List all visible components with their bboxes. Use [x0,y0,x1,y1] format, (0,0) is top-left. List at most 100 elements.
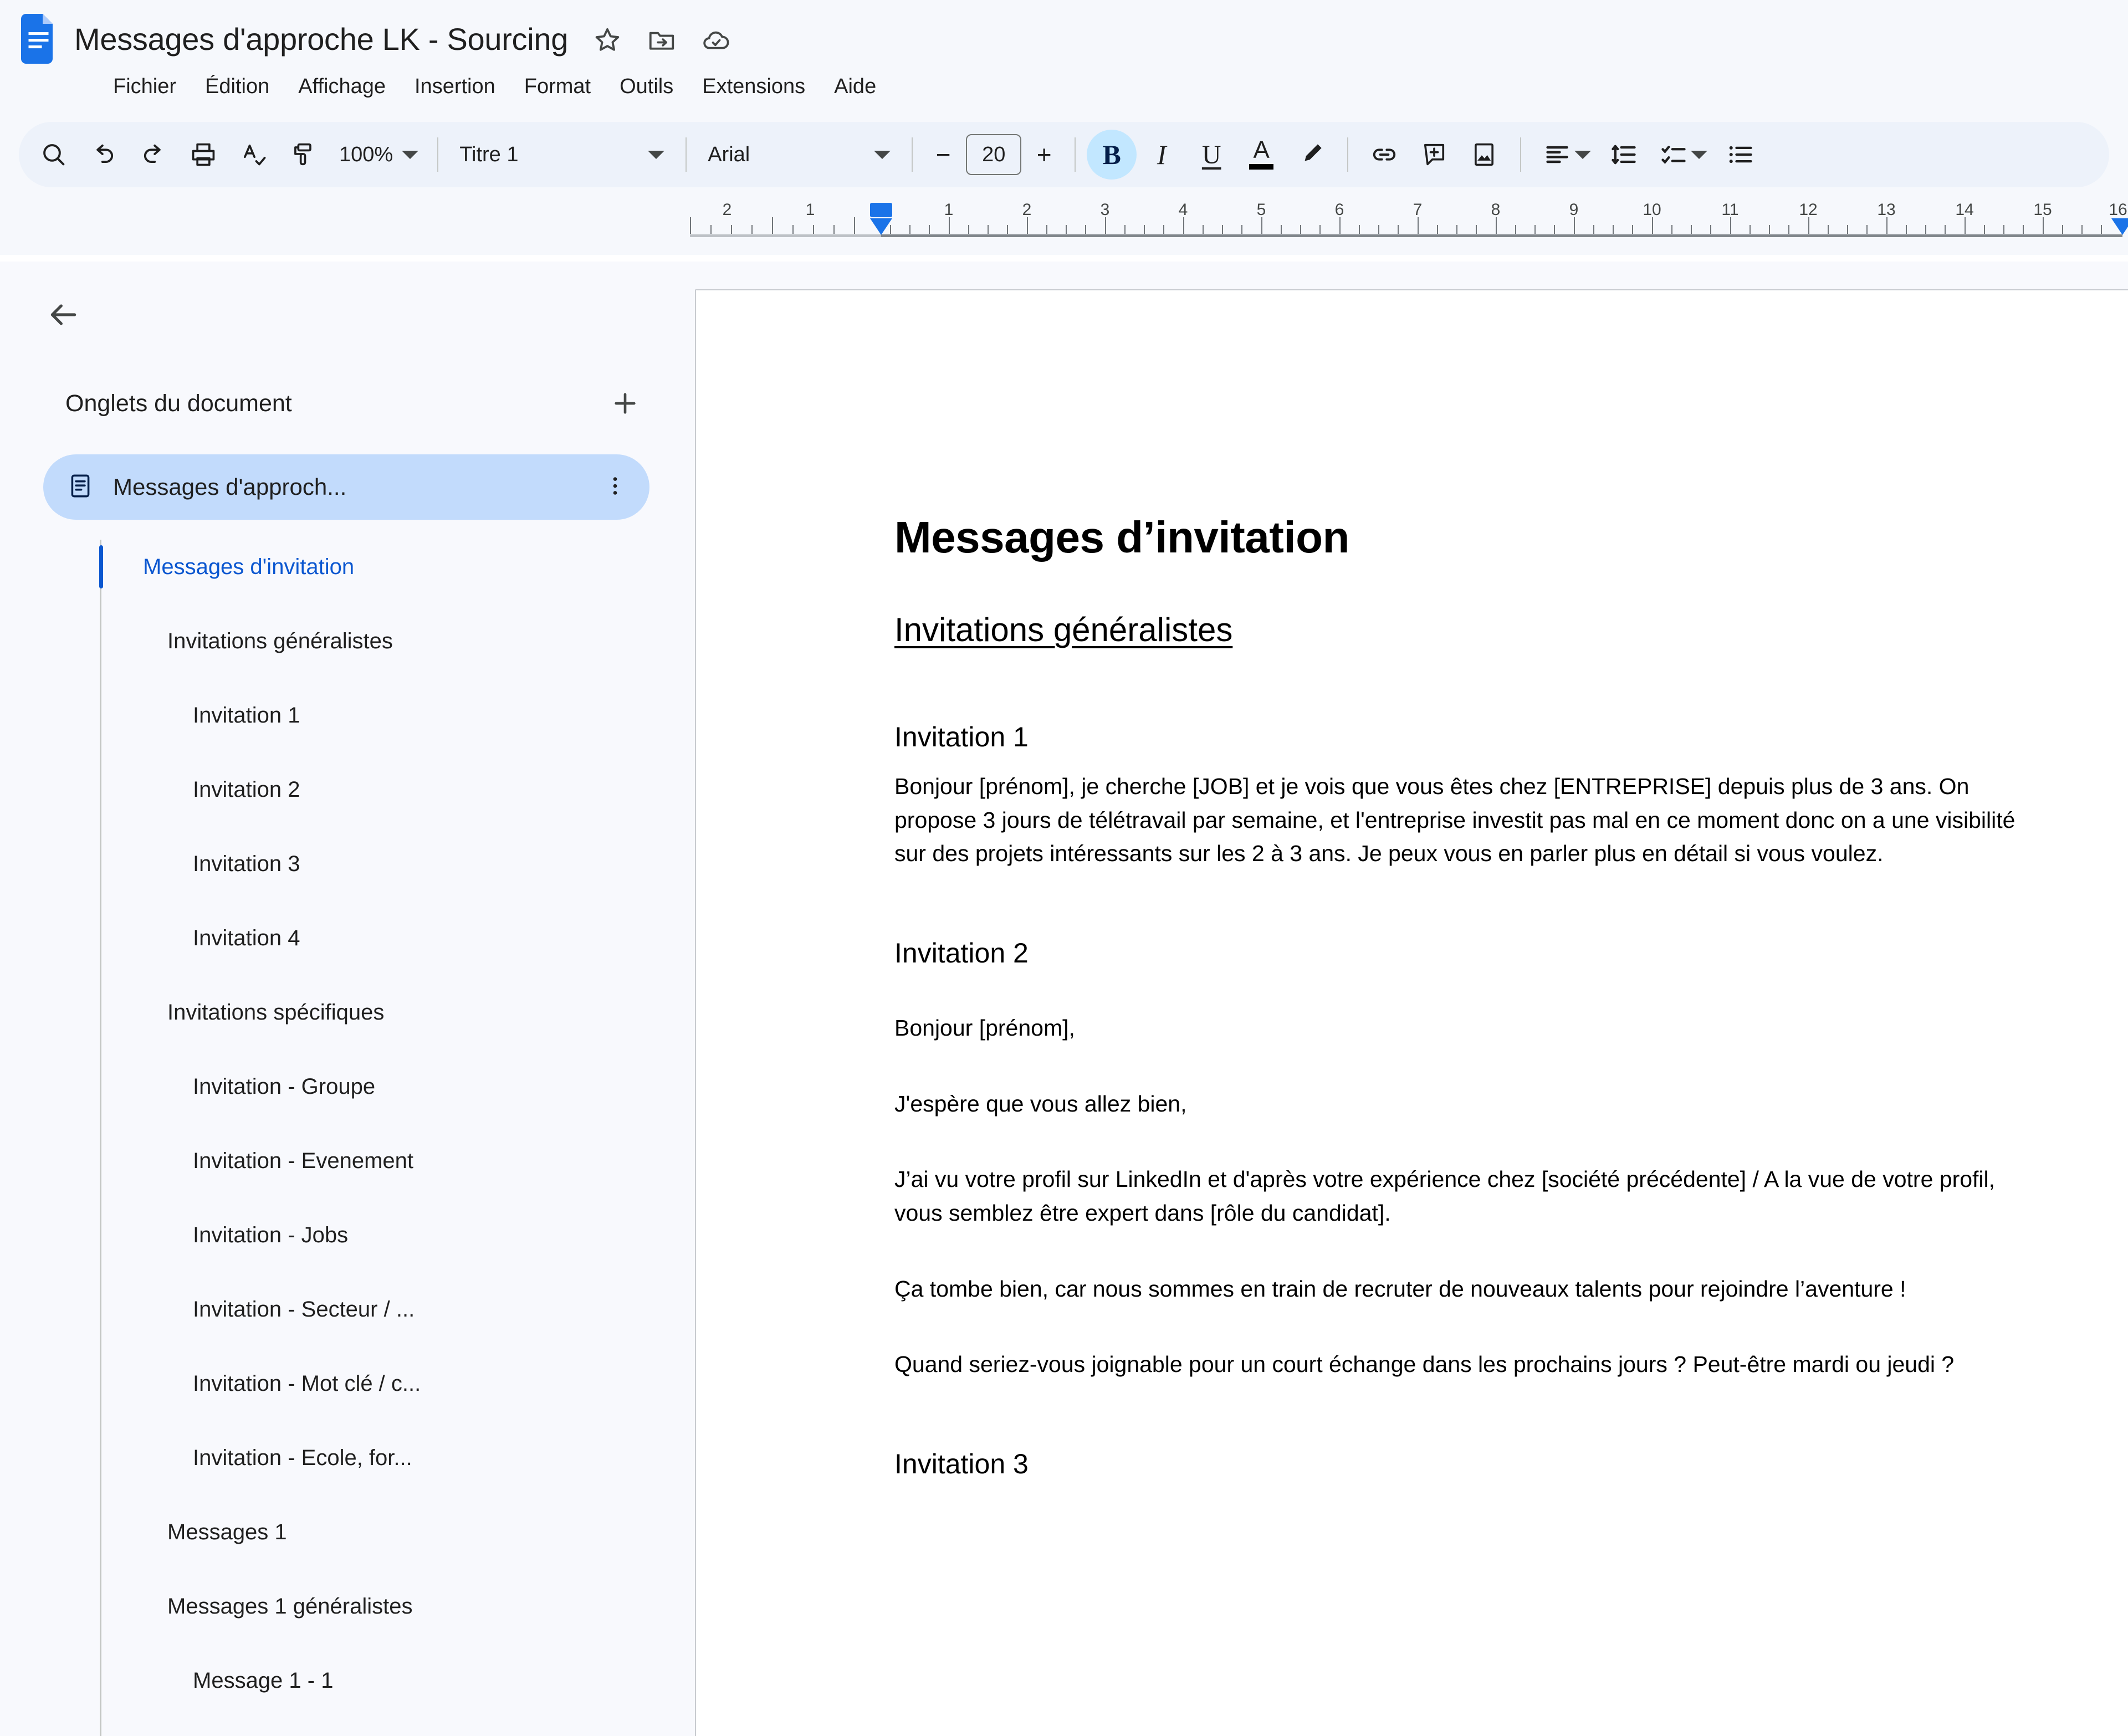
plus-icon[interactable] [602,380,648,427]
chevron-down-icon[interactable] [1574,151,1591,159]
font-size-input[interactable]: 20 [966,134,1021,175]
insert-image-icon[interactable] [1459,130,1509,180]
cloud-saved-icon[interactable] [701,25,731,55]
outline-item-invitation-1[interactable]: Invitation 1 [0,678,687,752]
outline-item-invitations-generalistes[interactable]: Invitations généralistes [0,604,687,678]
insert-link-icon[interactable] [1359,130,1409,180]
zoom-control[interactable]: 100% [328,131,426,178]
document-heading-invitation-2: Invitation 2 [894,937,2044,969]
menu-item-format[interactable]: Format [510,69,605,104]
document-page[interactable]: Messages d’invitation Invitations généra… [695,289,2128,1736]
paint-format-icon[interactable] [278,130,328,180]
tabs-heading: Onglets du document [65,390,292,417]
left-indent-marker[interactable] [870,203,892,235]
move-to-folder-icon[interactable] [647,25,677,55]
document-heading-1: Messages d’invitation [894,512,2044,563]
star-icon[interactable] [592,25,622,55]
paragraph-style-value: Titre 1 [459,143,518,167]
highlight-pen-icon[interactable] [1286,130,1336,180]
chevron-down-icon[interactable] [1691,151,1707,159]
text-color-label: A [1254,140,1270,160]
menu-bar: Fichier Édition Affichage Insertion Form… [0,64,2128,109]
outline-item-invitation-mot-cle[interactable]: Invitation - Mot clé / c... [0,1346,687,1421]
italic-button[interactable]: I [1137,130,1186,180]
ruler[interactable]: 2 1 1 2 3 4 5 6 7 8 9 10 11 12 13 14 15 [0,195,2128,242]
menu-item-fichier[interactable]: Fichier [99,69,191,104]
line-spacing-icon[interactable] [1599,130,1649,180]
outline-item-label: Messages d'invitation [143,555,354,580]
document-body: Messages d’invitation Invitations généra… [696,290,2128,1480]
menu-item-edition[interactable]: Édition [191,69,284,104]
outline-item-label: Message 1 - 1 [193,1668,333,1693]
outline-item-label: Invitations généralistes [167,629,393,654]
document-title[interactable]: Messages d'approche LK - Sourcing [74,21,568,57]
formatting-toolbar: 100% Titre 1 Arial − 20 + B I U [19,122,2109,187]
more-vert-icon[interactable] [603,474,627,501]
ruler-number: 12 [1799,201,1817,219]
ruler-number: 10 [1643,201,1661,219]
redo-icon[interactable] [129,130,178,180]
toolbar-divider [1347,137,1348,172]
document-paragraph-inv2-4: Ça tombe bien, car nous sommes en train … [894,1272,2044,1306]
paragraph-spacer [894,887,2044,937]
outline-item-invitation-evenement[interactable]: Invitation - Evenement [0,1124,687,1198]
ruler-number: 4 [1179,201,1188,219]
menu-item-outils[interactable]: Outils [605,69,688,104]
back-arrow-icon[interactable] [34,286,92,344]
outline-item-invitation-ecole[interactable]: Invitation - Ecole, for... [0,1421,687,1495]
outline-item-label: Invitation 3 [193,852,300,877]
outline-item-invitation-jobs[interactable]: Invitation - Jobs [0,1198,687,1272]
app-bar: Messages d'approche LK - Sourcing [0,0,2128,255]
bold-button[interactable]: B [1087,130,1137,180]
toolbar-divider [1520,137,1521,172]
ruler-number: 13 [1877,201,1895,219]
outline-item-messages-d-invitation[interactable]: Messages d'invitation [0,530,687,604]
paragraph-style-select[interactable]: Titre 1 [449,131,674,178]
decrease-font-size-button[interactable]: − [924,135,963,174]
menu-item-aide[interactable]: Aide [820,69,891,104]
outline-item-invitation-3[interactable]: Invitation 3 [0,827,687,901]
ruler-number: 5 [1257,201,1266,219]
paragraph-spacer [894,1322,2044,1348]
toolbar-divider [437,137,438,172]
search-icon[interactable] [29,130,79,180]
document-outline: Messages d'invitation Invitations généra… [0,530,687,1736]
workspace: Onglets du document Messages d'approch..… [0,262,2128,1736]
outline-item-invitations-specifiques[interactable]: Invitations spécifiques [0,975,687,1049]
outline-item-invitation-secteur[interactable]: Invitation - Secteur / ... [0,1272,687,1346]
outline-item-invitation-groupe[interactable]: Invitation - Groupe [0,1049,687,1124]
outline-item-label: Invitation - Secteur / ... [193,1297,415,1322]
font-family-select[interactable]: Arial [698,131,901,178]
bulleted-list-icon[interactable] [1715,130,1765,180]
text-color-button[interactable]: A [1236,130,1286,180]
increase-font-size-button[interactable]: + [1025,135,1063,174]
outline-item-invitation-4[interactable]: Invitation 4 [0,901,687,975]
title-row: Messages d'approche LK - Sourcing [0,0,2128,61]
outline-item-invitation-2[interactable]: Invitation 2 [0,752,687,827]
right-indent-marker[interactable] [2111,218,2128,235]
outline-item-messages-1-generalistes[interactable]: Messages 1 généralistes [0,1569,687,1643]
outline-item-label: Messages 1 [167,1520,287,1545]
font-family-value: Arial [708,143,750,167]
font-size-stepper: − 20 + [924,134,1063,175]
undo-icon[interactable] [79,130,129,180]
outline-item-message-1-1[interactable]: Message 1 - 1 [0,1643,687,1718]
document-tab-item[interactable]: Messages d'approch... [43,454,649,520]
menu-item-insertion[interactable]: Insertion [400,69,510,104]
print-icon[interactable] [178,130,228,180]
outline-item-messages-1[interactable]: Messages 1 [0,1495,687,1569]
ruler-number: 2 [1022,201,1032,219]
menu-item-affichage[interactable]: Affichage [284,69,400,104]
ruler-number: 14 [1955,201,1973,219]
outline-item-label: Invitation - Evenement [193,1149,413,1174]
outline-item-label: Invitation 1 [193,703,300,728]
add-comment-icon[interactable] [1409,130,1459,180]
document-canvas[interactable]: Messages d’invitation Invitations généra… [687,262,2128,1736]
chevron-down-icon [874,151,891,159]
spellcheck-icon[interactable] [228,130,278,180]
menu-item-extensions[interactable]: Extensions [688,69,820,104]
paragraph-spacer [894,1137,2044,1163]
document-heading-2: Invitations généralistes [894,611,1232,649]
outline-item-label: Messages 1 généralistes [167,1594,412,1619]
underline-button[interactable]: U [1186,130,1236,180]
